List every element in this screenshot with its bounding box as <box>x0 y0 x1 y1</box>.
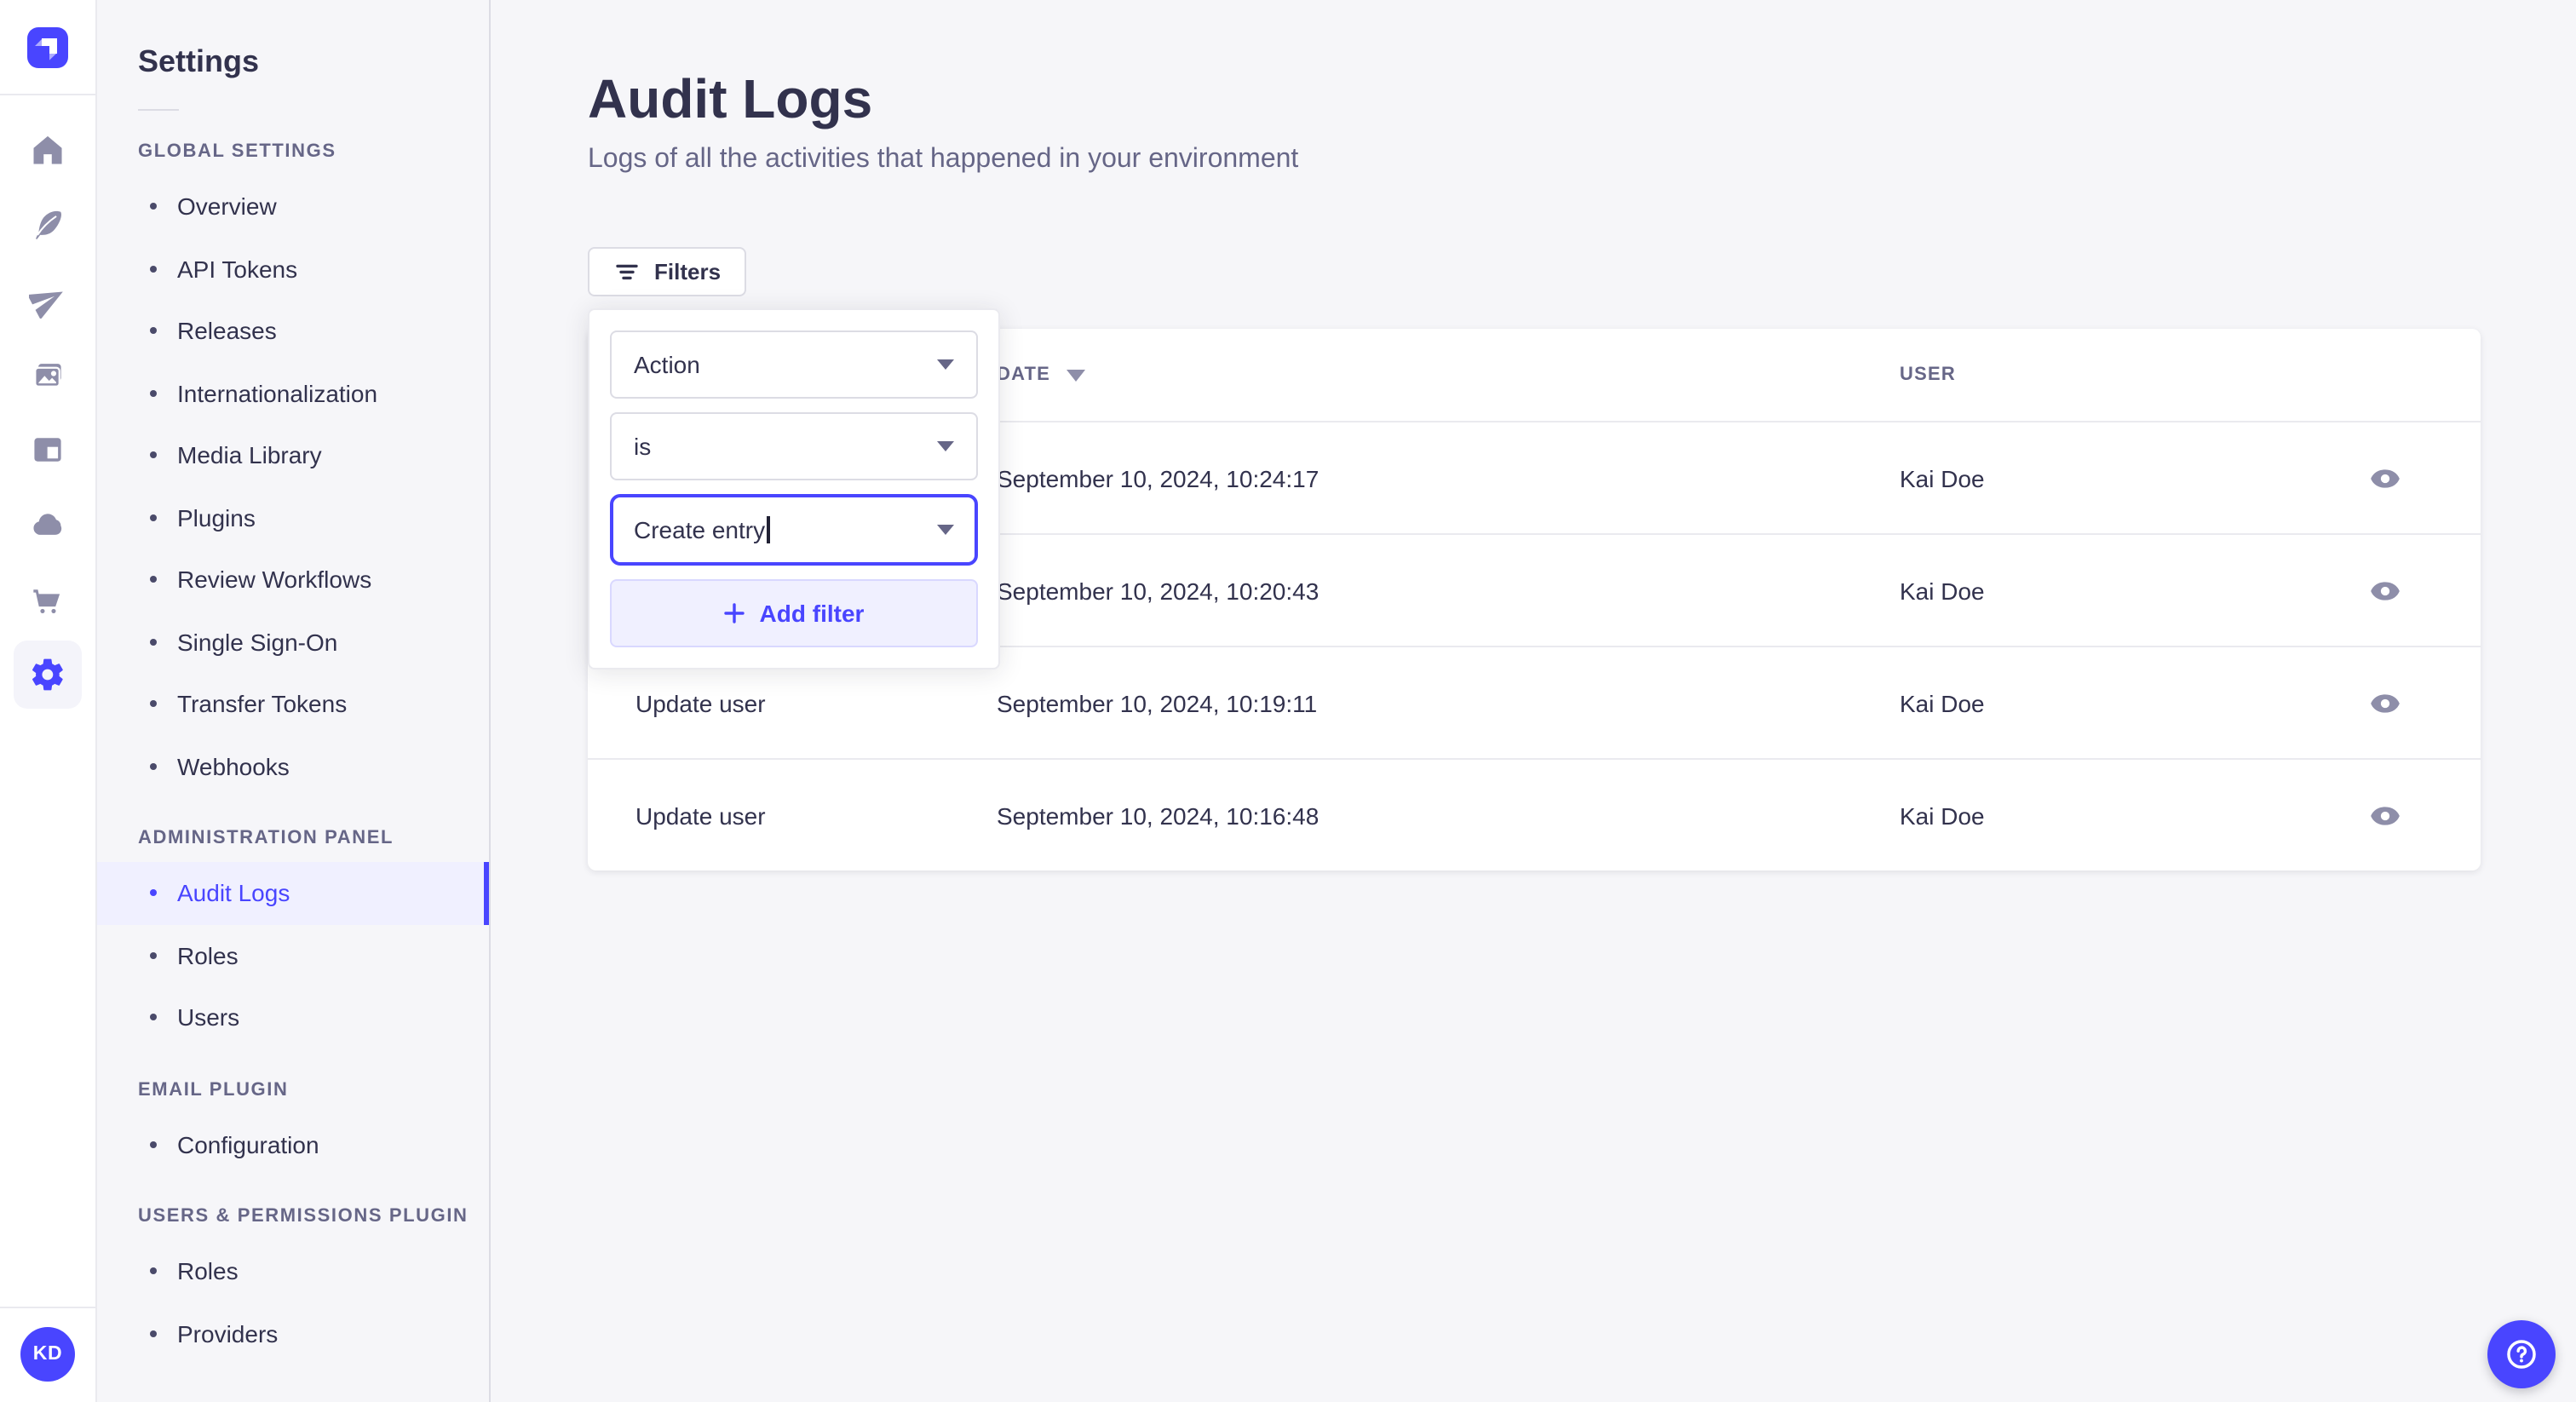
main-nav-rail: KD <box>0 0 97 1402</box>
sidebar-item-up-roles[interactable]: Roles <box>95 1240 489 1302</box>
rail-footer: KD <box>0 1307 95 1402</box>
strapi-logo-icon <box>27 26 68 67</box>
sidebar-item-email-configuration[interactable]: Configuration <box>95 1113 489 1175</box>
filter-icon <box>616 263 638 279</box>
sidebar-item-internationalization[interactable]: Internationalization <box>95 362 489 424</box>
bullet-icon <box>150 265 157 273</box>
cell-user: Kai Doe <box>1900 689 1985 716</box>
section-global-settings: GLOBAL SETTINGS Overview API Tokens Rele… <box>95 141 489 797</box>
strapi-logo[interactable] <box>0 0 95 95</box>
bullet-icon <box>150 1141 157 1148</box>
bullet-icon <box>150 203 157 210</box>
help-button[interactable] <box>2487 1320 2556 1388</box>
layout-icon[interactable] <box>14 416 82 484</box>
section-email-plugin: EMAIL PLUGIN Configuration <box>95 1079 489 1175</box>
feather-icon[interactable] <box>14 191 82 259</box>
filter-value-combobox[interactable]: Create entry <box>610 494 978 566</box>
page-subtitle: Logs of all the activities that happened… <box>588 145 1299 174</box>
settings-sidebar: Settings GLOBAL SETTINGS Overview API To… <box>95 0 491 1402</box>
bullet-icon <box>150 389 157 397</box>
filter-popover: Action is Create entry Add filter <box>588 308 1000 669</box>
eye-icon[interactable] <box>2365 570 2406 611</box>
eye-icon[interactable] <box>2365 457 2406 498</box>
bullet-icon <box>150 951 157 959</box>
cell-user: Kai Doe <box>1900 802 1985 829</box>
bullet-icon <box>150 700 157 708</box>
sidebar-item-overview[interactable]: Overview <box>95 175 489 238</box>
filters-button[interactable]: Filters <box>588 247 747 296</box>
cell-date: September 10, 2024, 10:20:43 <box>997 577 1320 604</box>
bullet-icon <box>150 576 157 583</box>
chevron-down-icon <box>937 441 954 451</box>
text-cursor <box>767 516 770 543</box>
chevron-down-icon <box>937 525 954 535</box>
cell-date: September 10, 2024, 10:16:48 <box>997 802 1320 829</box>
app-root: KD Settings GLOBAL SETTINGS Overview API… <box>0 0 2576 1402</box>
section-label: USERS & PERMISSIONS PLUGIN <box>138 1206 469 1227</box>
sidebar-item-up-providers[interactable]: Providers <box>95 1302 489 1365</box>
sidebar-item-review-workflows[interactable]: Review Workflows <box>95 549 489 611</box>
eye-icon[interactable] <box>2365 682 2406 723</box>
sidebar-title: Settings <box>138 44 260 78</box>
settings-gear-icon[interactable] <box>14 641 82 709</box>
media-library-icon[interactable] <box>14 341 82 409</box>
plus-icon <box>723 603 745 623</box>
cell-user: Kai Doe <box>1900 577 1985 604</box>
bullet-icon <box>150 1330 157 1337</box>
sidebar-item-api-tokens[interactable]: API Tokens <box>95 238 489 300</box>
home-icon[interactable] <box>14 116 82 184</box>
sidebar-item-single-sign-on[interactable]: Single Sign-On <box>95 611 489 673</box>
cloud-icon[interactable] <box>14 491 82 559</box>
sidebar-item-plugins[interactable]: Plugins <box>95 486 489 549</box>
sidebar-item-audit-logs[interactable]: Audit Logs <box>95 862 489 924</box>
section-users-permissions-plugin: USERS & PERMISSIONS PLUGIN Roles Provide… <box>95 1206 489 1365</box>
sort-descending-icon[interactable] <box>1066 369 1085 381</box>
cell-action: Update user <box>635 689 766 716</box>
section-label: EMAIL PLUGIN <box>138 1079 289 1100</box>
section-label: ADMINISTRATION PANEL <box>138 828 394 848</box>
sidebar-divider <box>138 109 179 111</box>
cart-icon[interactable] <box>14 566 82 634</box>
main-content: Audit Logs Logs of all the activities th… <box>491 0 2576 1402</box>
bullet-icon <box>150 762 157 770</box>
bullet-icon <box>150 638 157 646</box>
filter-operator-select[interactable]: is <box>610 412 978 480</box>
eye-icon[interactable] <box>2365 795 2406 836</box>
paper-plane-icon[interactable] <box>14 266 82 334</box>
chevron-down-icon <box>937 359 954 370</box>
cell-date: September 10, 2024, 10:19:11 <box>997 689 1318 716</box>
page-title: Audit Logs <box>588 68 873 129</box>
filter-field-select[interactable]: Action <box>610 330 978 399</box>
bullet-icon <box>150 451 157 459</box>
rail-icon-list <box>14 112 82 1307</box>
question-mark-icon <box>2507 1340 2536 1369</box>
cell-date: September 10, 2024, 10:24:17 <box>997 464 1320 491</box>
column-header-user: USER <box>1900 365 1956 385</box>
table-row[interactable]: Update user September 10, 2024, 10:16:48… <box>588 760 2481 871</box>
column-header-date[interactable]: DATE <box>997 365 1900 385</box>
sidebar-item-admin-roles[interactable]: Roles <box>95 924 489 986</box>
cell-action: Update user <box>635 802 766 829</box>
sidebar-item-webhooks[interactable]: Webhooks <box>95 735 489 797</box>
section-label: GLOBAL SETTINGS <box>138 141 336 162</box>
section-administration-panel: ADMINISTRATION PANEL Audit Logs Roles Us… <box>95 828 489 1049</box>
cell-user: Kai Doe <box>1900 464 1985 491</box>
sidebar-item-transfer-tokens[interactable]: Transfer Tokens <box>95 673 489 735</box>
add-filter-button[interactable]: Add filter <box>610 579 978 647</box>
bullet-icon <box>150 1267 157 1275</box>
sidebar-item-admin-users[interactable]: Users <box>95 986 489 1049</box>
sidebar-item-releases[interactable]: Releases <box>95 300 489 362</box>
bullet-icon <box>150 889 157 897</box>
bullet-icon <box>150 514 157 521</box>
bullet-icon <box>150 327 157 335</box>
user-avatar[interactable]: KD <box>20 1327 75 1382</box>
sidebar-item-media-library[interactable]: Media Library <box>95 424 489 486</box>
bullet-icon <box>150 1014 157 1021</box>
